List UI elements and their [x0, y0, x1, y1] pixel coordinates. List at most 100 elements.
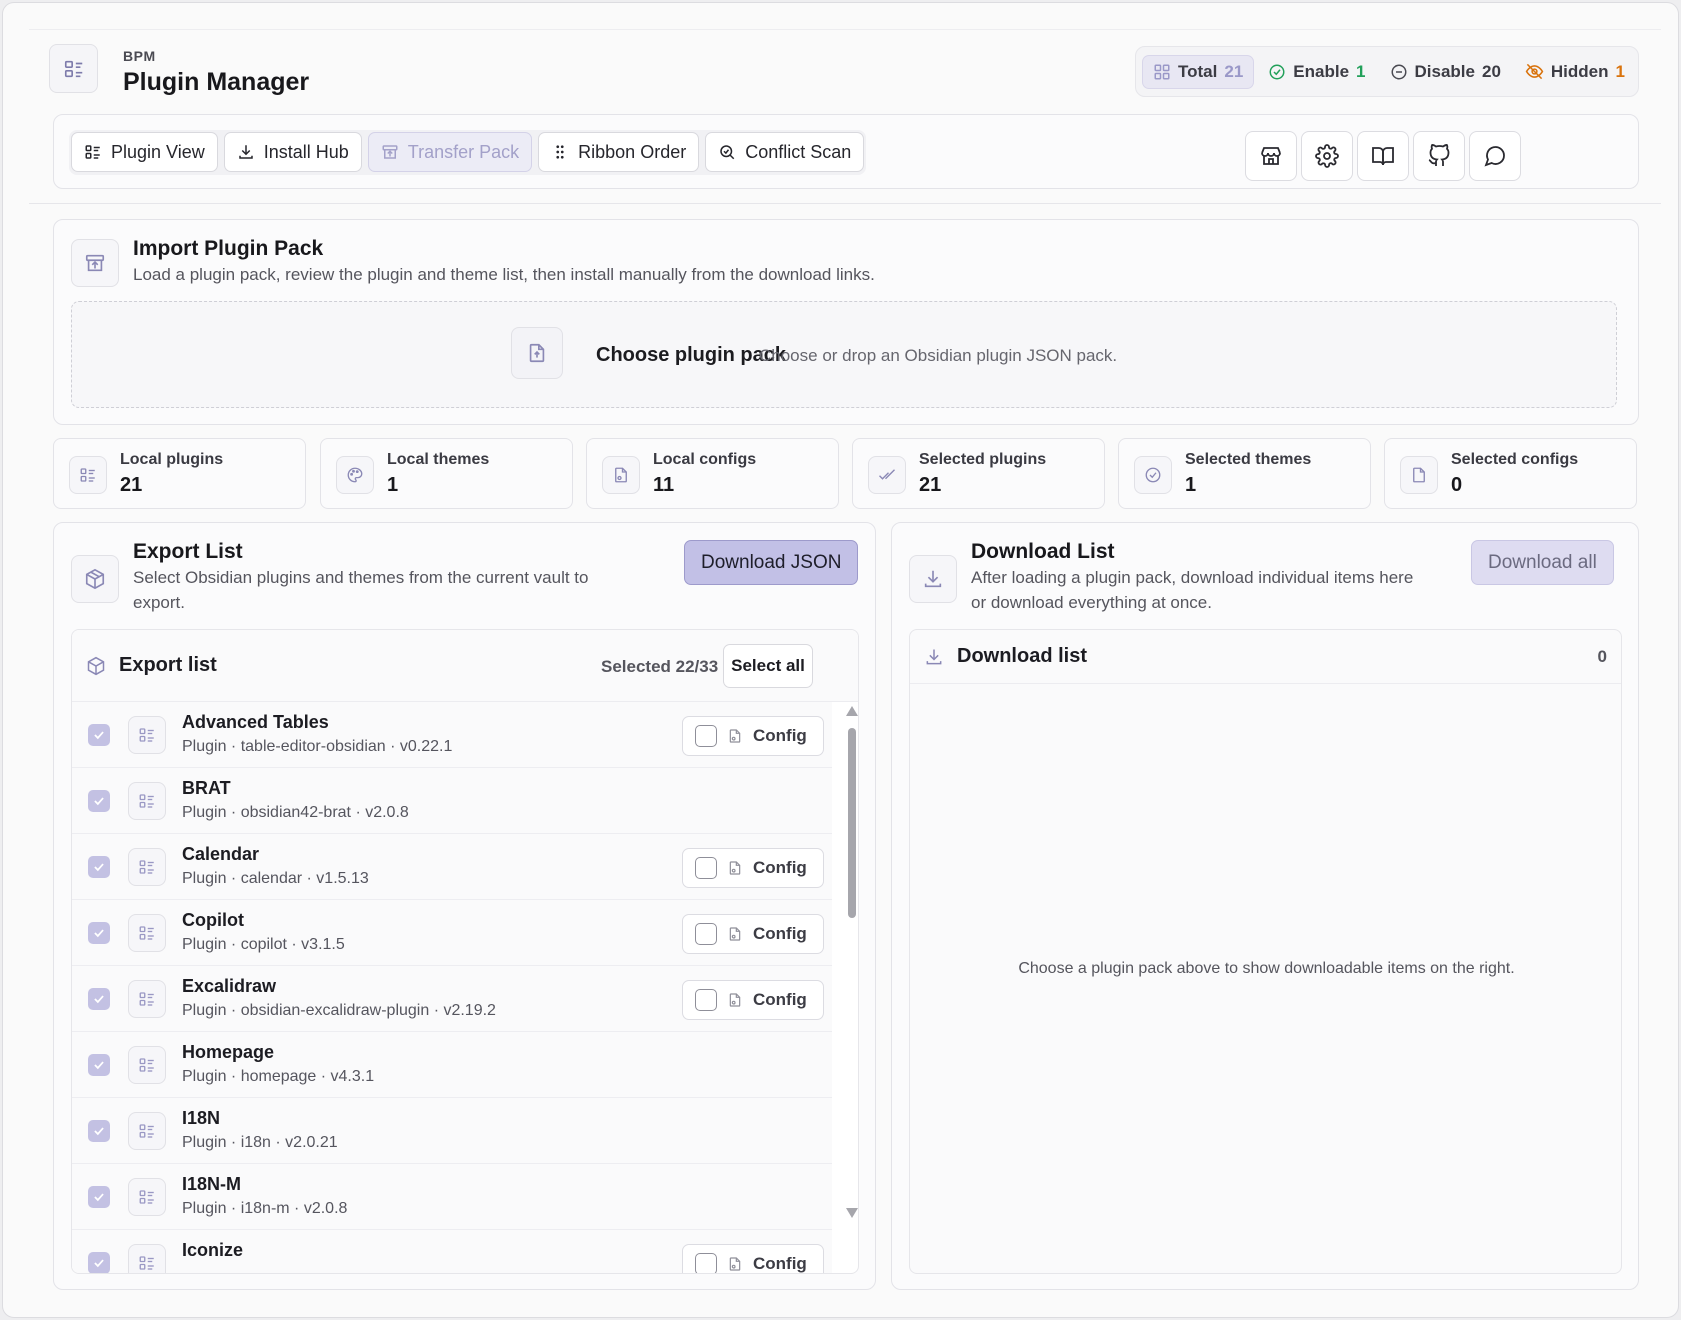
list-item[interactable]: Calendar Plugin · calendar · v1.5.13 Confi…: [72, 834, 832, 900]
row-checkbox[interactable]: [88, 1120, 110, 1142]
ribbon-order-button[interactable]: Ribbon Order: [538, 132, 700, 172]
download-count: 0: [1597, 647, 1607, 666]
transfer-pack-button[interactable]: Transfer Pack: [367, 132, 533, 172]
select-all-button[interactable]: Select all: [723, 644, 813, 688]
grid-icon: [1153, 63, 1171, 81]
app-window: BPM Plugin Manager Total 21 Enable 1 Dis…: [2, 2, 1679, 1318]
config-checkbox[interactable]: [695, 725, 717, 747]
plugin-view-button[interactable]: Plugin View: [71, 132, 218, 172]
settings-button[interactable]: [1301, 131, 1353, 181]
plugin-manager-panel: BPM Plugin Manager Total 21 Enable 1 Dis…: [29, 29, 1661, 1317]
download-list-title: Download List: [971, 540, 1115, 563]
export-list-description: Select Obsidian plugins and themes from …: [133, 565, 588, 615]
install-hub-button[interactable]: Install Hub: [223, 132, 362, 172]
gear-icon: [1315, 144, 1339, 168]
download-all-button[interactable]: Download all: [1471, 540, 1614, 585]
stat-total[interactable]: Total 21: [1142, 54, 1255, 89]
export-list-scrollbar[interactable]: [845, 702, 858, 1222]
download-list-card: Download List After loading a plugin pac…: [891, 522, 1639, 1290]
config-label: Config: [753, 1254, 807, 1273]
export-list-card: Export List Select Obsidian plugins and …: [53, 522, 876, 1290]
row-checkbox[interactable]: [88, 1252, 110, 1273]
plugin-icon: [128, 782, 166, 820]
header-divider: [29, 203, 1661, 204]
plugin-meta: Plugin · table-editor-obsidian · v0.22.1: [182, 738, 453, 755]
list-icon: [69, 456, 107, 494]
stat-card-value: 11: [653, 474, 675, 496]
feedback-button[interactable]: [1469, 131, 1521, 181]
row-checkbox[interactable]: [88, 1186, 110, 1208]
export-desc-line-2: export.: [133, 593, 185, 612]
list-item[interactable]: Excalidraw Plugin · obsidian-excalidraw-p…: [72, 966, 832, 1032]
github-button[interactable]: [1413, 131, 1465, 181]
conflict-scan-button[interactable]: Conflict Scan: [705, 132, 865, 172]
scroll-thumb[interactable]: [848, 728, 856, 918]
stat-enable[interactable]: Enable 1: [1258, 55, 1375, 89]
plugin-meta: Plugin · i18n · v2.0.21: [182, 1134, 338, 1151]
search-check-icon: [718, 143, 736, 161]
row-checkbox[interactable]: [88, 790, 110, 812]
import-pack-title: Import Plugin Pack: [133, 237, 324, 260]
row-checkbox[interactable]: [88, 724, 110, 746]
row-checkbox[interactable]: [88, 1054, 110, 1076]
plugin-name: Iconize: [182, 1240, 244, 1260]
stat-card-local-plugins: Local plugins 21: [53, 438, 306, 509]
config-checkbox[interactable]: [695, 989, 717, 1011]
config-label: Config: [753, 726, 807, 745]
row-checkbox[interactable]: [88, 922, 110, 944]
plugin-icon: [128, 1112, 166, 1150]
config-checkbox[interactable]: [695, 1253, 717, 1273]
list-item[interactable]: Iconize Config: [72, 1230, 832, 1273]
config-toggle-button[interactable]: Config: [682, 980, 824, 1020]
download-list-heading: Download list: [957, 645, 1087, 667]
main-toolbar: Plugin View Install Hub Transfer Pack Ri…: [53, 114, 1639, 189]
list-item[interactable]: Homepage Plugin · homepage · v4.3.1: [72, 1032, 832, 1098]
app-eyebrow: BPM: [123, 48, 156, 64]
list-item[interactable]: Copilot Plugin · copilot · v3.1.5 Config: [72, 900, 832, 966]
stat-card-selected-plugins: Selected plugins 21: [852, 438, 1105, 509]
chat-icon: [1483, 144, 1507, 168]
config-checkbox[interactable]: [695, 857, 717, 879]
list-item[interactable]: Advanced Tables Plugin · table-editor-obs…: [72, 702, 832, 768]
plugin-meta: Plugin · obsidian-excalidraw-plugin · v2…: [182, 1002, 496, 1019]
config-toggle-button[interactable]: Config: [682, 848, 824, 888]
import-pack-card: Import Plugin Pack Load a plugin pack, r…: [53, 219, 1639, 425]
download-desc-line-1: After loading a plugin pack, download in…: [971, 568, 1414, 587]
plugin-icon: [128, 914, 166, 952]
download-empty-state: Choose a plugin pack above to show downl…: [1018, 960, 1515, 977]
stat-hidden[interactable]: Hidden 1: [1515, 55, 1635, 89]
stat-card-selected-themes: Selected themes 1: [1118, 438, 1371, 509]
list-item[interactable]: BRAT Plugin · obsidian42-brat · v2.0.8: [72, 768, 832, 834]
docs-button[interactable]: [1357, 131, 1409, 181]
config-toggle-button[interactable]: Config: [682, 914, 824, 954]
download-json-button[interactable]: Download JSON: [684, 540, 859, 585]
scroll-down-arrow[interactable]: [846, 1208, 858, 1218]
plugin-meta: Plugin · calendar · v1.5.13: [182, 870, 369, 887]
config-checkbox[interactable]: [695, 923, 717, 945]
view-tabs: Plugin View Install Hub Transfer Pack Ri…: [69, 130, 867, 175]
stat-enable-value: 1: [1356, 61, 1366, 81]
plugin-view-label: Plugin View: [111, 141, 205, 162]
config-toggle-button[interactable]: Config: [682, 716, 824, 756]
download-icon: [924, 647, 944, 667]
community-store-button[interactable]: [1245, 131, 1297, 181]
row-checkbox[interactable]: [88, 856, 110, 878]
stat-card-selected-configs: Selected configs 0: [1384, 438, 1637, 509]
stat-disable[interactable]: Disable 20: [1380, 55, 1511, 89]
list-item[interactable]: I18N Plugin · i18n · v2.0.21: [72, 1098, 832, 1164]
scroll-up-arrow[interactable]: [846, 706, 858, 716]
archive-icon: [381, 143, 399, 161]
export-list-heading: Export list: [119, 654, 217, 676]
plugin-pack-dropzone[interactable]: Choose plugin pack Choose or drop an Obs…: [71, 301, 1617, 408]
row-checkbox[interactable]: [88, 988, 110, 1010]
file-config-icon: [727, 992, 743, 1008]
file-config-icon: [727, 728, 743, 744]
stat-card-value: 1: [1185, 474, 1197, 496]
config-toggle-button[interactable]: Config: [682, 1244, 824, 1273]
palette-icon: [336, 456, 374, 494]
list-item[interactable]: I18N-M Plugin · i18n-m · v2.0.8: [72, 1164, 832, 1230]
download-list-description: After loading a plugin pack, download in…: [971, 565, 1413, 615]
stat-card-value: 21: [919, 474, 942, 496]
stat-card-value: 1: [387, 474, 399, 496]
plugin-icon: [128, 1244, 166, 1273]
